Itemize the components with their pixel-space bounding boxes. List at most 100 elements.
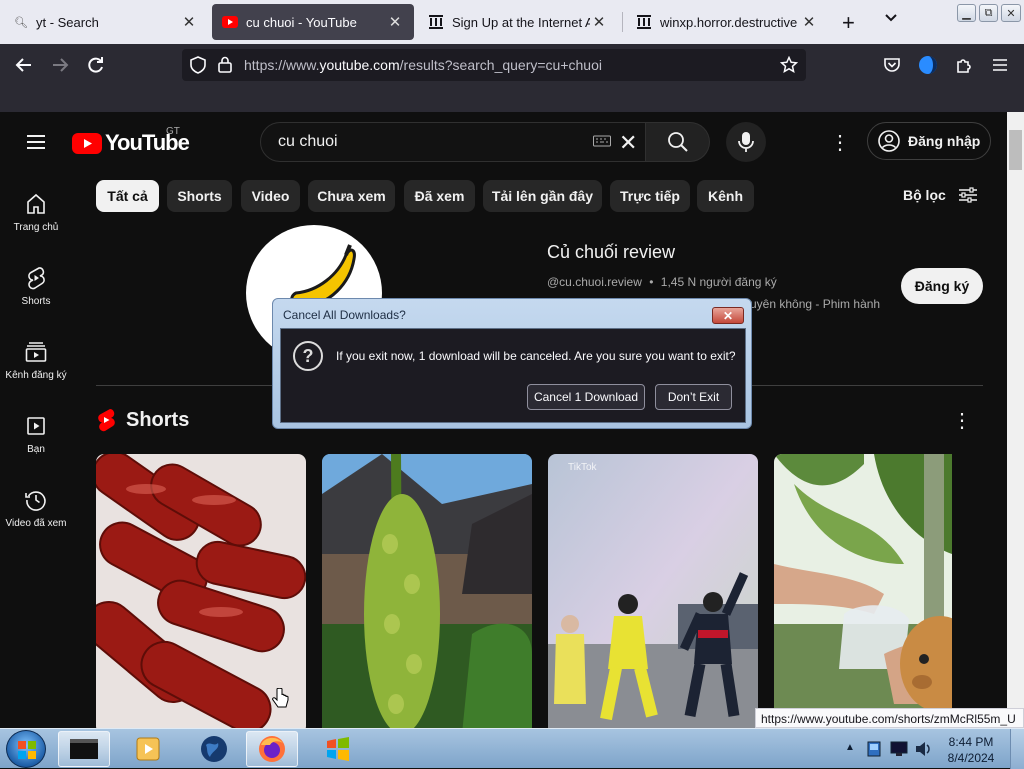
pocket-icon[interactable] (880, 53, 904, 77)
search-icon: 🔍︎ (14, 16, 28, 29)
channel-handle: @cu.chuoi.review (547, 275, 642, 289)
extensions-puzzle-icon[interactable] (952, 53, 976, 77)
show-desktop-button[interactable] (1010, 729, 1024, 769)
you-icon (24, 414, 48, 438)
shorts-icon (24, 266, 48, 290)
close-tab-icon[interactable]: ✕ (800, 13, 818, 31)
channel-meta: @cu.chuoi.review • 1,45 N người đăng ký (547, 275, 777, 289)
close-tab-icon[interactable]: ✕ (386, 13, 404, 31)
chip-channels[interactable]: Kênh (697, 180, 754, 212)
chip-watched[interactable]: Đã xem (404, 180, 475, 212)
taskbar-clock[interactable]: 8:44 PM 8/4/2024 (946, 734, 996, 766)
tray-display-icon[interactable] (890, 741, 908, 757)
new-tab-plus-icon[interactable]: + (842, 10, 855, 36)
taskbar-globe-app[interactable] (188, 731, 240, 767)
tab-bar: 🔍︎ yt - Search ✕ cu chuoi - YouTube ✕ Si… (0, 0, 1024, 44)
tray-volume-icon[interactable] (914, 741, 932, 757)
back-arrow-icon[interactable] (12, 53, 36, 77)
media-player-icon (135, 736, 161, 762)
list-all-tabs-chevron-icon[interactable] (884, 10, 898, 24)
nav-history-label: Video đã xem (5, 518, 67, 529)
account-avatar-icon[interactable] (916, 53, 940, 77)
page-scrollbar[interactable] (1007, 112, 1024, 728)
sign-in-label: Đăng nhập (908, 133, 981, 149)
nav-subscriptions[interactable]: Kênh đăng ký (0, 340, 72, 381)
chip-unwatched[interactable]: Chưa xem (308, 180, 395, 212)
account-circle-icon (878, 130, 900, 152)
dialog-close-button[interactable]: ✕ (712, 307, 744, 324)
url-bar[interactable]: https://www.youtube.com/results?search_q… (182, 49, 806, 81)
clock-date: 8/4/2024 (947, 751, 995, 765)
shorts-more-icon[interactable]: ⋮ (952, 408, 972, 433)
clear-search-icon[interactable]: ✕ (619, 130, 637, 156)
sign-in-button[interactable]: Đăng nhập (867, 122, 991, 160)
globe-icon (200, 735, 228, 763)
chip-recently-uploaded[interactable]: Tải lên gần đây (483, 180, 602, 212)
question-icon: ? (293, 341, 323, 371)
nav-history[interactable]: Video đã xem (0, 488, 72, 529)
home-icon (24, 192, 48, 216)
tracking-protection-shield-icon[interactable] (190, 56, 206, 74)
microphone-icon (738, 131, 754, 153)
short-thumbnail-sausages[interactable] (96, 454, 306, 728)
reload-icon[interactable] (84, 53, 108, 77)
close-tab-icon[interactable]: ✕ (180, 13, 198, 31)
channel-description: uyên không - Phim hành (750, 297, 881, 311)
tab-winxp-archive[interactable]: winxp.horror.destructive dire ✕ (626, 4, 828, 40)
chip-video[interactable]: Video (241, 180, 300, 212)
toolbar-spacer (0, 86, 1024, 112)
restore-button[interactable]: ⧉ (979, 4, 998, 22)
keyboard-icon[interactable] (593, 134, 611, 148)
history-icon (24, 488, 48, 512)
search-icon (667, 131, 689, 153)
voice-search-button[interactable] (726, 122, 766, 162)
close-tab-icon[interactable]: ✕ (590, 13, 608, 31)
url-text[interactable]: https://www.youtube.com/results?search_q… (244, 57, 602, 73)
search-button[interactable] (646, 122, 710, 162)
channel-name[interactable]: Củ chuối review (547, 242, 675, 263)
short-thumbnail-banana-tree[interactable] (322, 454, 532, 728)
lock-icon[interactable] (218, 56, 232, 73)
minimize-button[interactable]: ▁ (957, 4, 976, 22)
archive-icon (428, 14, 444, 30)
tab-separator (622, 12, 623, 32)
filters-label: Bộ lọc (903, 187, 946, 203)
url-prefix: https://www. (244, 57, 320, 73)
scrollbar-thumb[interactable] (1009, 130, 1022, 170)
nav-home[interactable]: Trang chủ (0, 192, 72, 233)
nav-you[interactable]: Bạn (0, 414, 72, 455)
tray-network-status-icon[interactable] (866, 740, 882, 758)
nav-subscriptions-label: Kênh đăng ký (5, 370, 67, 381)
taskbar-cmd-app[interactable] (58, 731, 110, 767)
close-window-button[interactable]: ✕ (1001, 4, 1021, 22)
taskbar-firefox-app[interactable] (246, 731, 298, 767)
search-input[interactable]: cu chuoi (278, 133, 338, 151)
meta-separator: • (649, 275, 654, 289)
settings-more-icon[interactable]: ⋮ (826, 130, 854, 155)
start-button[interactable] (6, 730, 46, 768)
app-menu-hamburger-icon[interactable] (988, 53, 1012, 77)
taskbar-media-player-app[interactable] (122, 731, 174, 767)
short-thumbnail-banana-plant[interactable] (774, 454, 952, 728)
dont-exit-button[interactable]: Don’t Exit (655, 384, 732, 410)
chip-all[interactable]: Tất cả (96, 180, 159, 212)
search-box[interactable]: cu chuoi ✕ (260, 122, 646, 162)
tab-title: Sign Up at the Internet Archi (452, 14, 590, 30)
bookmark-star-icon[interactable] (780, 56, 798, 74)
tab-yt-search[interactable]: 🔍︎ yt - Search ✕ (4, 4, 208, 40)
guide-menu-icon[interactable] (24, 130, 48, 154)
tray-expand-icon[interactable]: ▲ (845, 742, 855, 753)
subscriptions-icon (24, 340, 48, 364)
tab-internet-archive-signup[interactable]: Sign Up at the Internet Archi ✕ (418, 4, 618, 40)
chip-live[interactable]: Trực tiếp (610, 180, 690, 212)
filters-button[interactable]: Bộ lọc (903, 187, 978, 203)
nav-shorts[interactable]: Shorts (0, 266, 72, 307)
short-thumbnail-dance-tiktok[interactable]: TikTok (548, 454, 758, 728)
subscribe-button[interactable]: Đăng ký (901, 268, 983, 304)
cancel-downloads-dialog: Cancel All Downloads? ✕ ? If you exit no… (272, 298, 752, 429)
taskbar-windows-app[interactable] (312, 731, 364, 767)
cancel-download-button[interactable]: Cancel 1 Download (527, 384, 645, 410)
tab-youtube[interactable]: cu chuoi - YouTube ✕ (212, 4, 414, 40)
forward-arrow-icon[interactable] (48, 53, 72, 77)
chip-shorts[interactable]: Shorts (167, 180, 232, 212)
